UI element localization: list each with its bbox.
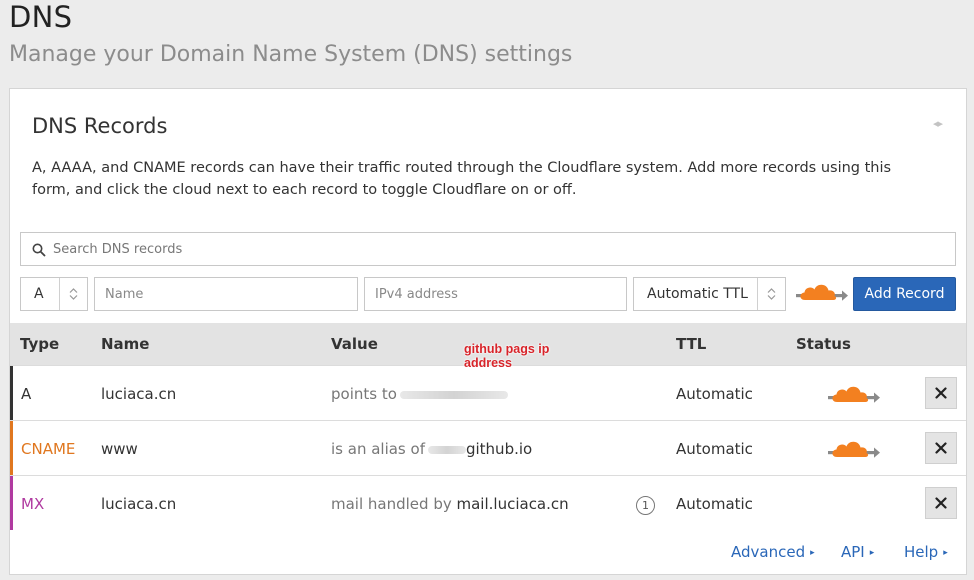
card-description: A, AAAA, and CNAME records can have thei… (32, 160, 892, 198)
header-value: Value (331, 335, 378, 353)
record-value-input[interactable] (364, 277, 627, 311)
row-type: A (21, 385, 32, 403)
help-label: Help (904, 543, 939, 561)
close-icon (935, 442, 947, 454)
footer-links: Advanced ▸ API ▸ Help ▸ (10, 543, 966, 567)
search-box[interactable] (20, 232, 956, 266)
redacted-value (399, 390, 508, 399)
annotation-text: github pags ip address (464, 342, 550, 370)
delete-record-button[interactable] (925, 377, 957, 409)
value-text: mail.luciaca.cn (456, 495, 569, 513)
search-input[interactable] (53, 233, 933, 265)
type-stepper-arrows[interactable] (59, 278, 87, 310)
header-status: Status (796, 335, 851, 353)
value-text: github.io (465, 440, 533, 458)
row-value[interactable]: is an alias of github.io (331, 440, 532, 458)
cloud-proxy-toggle-icon[interactable] (794, 280, 850, 306)
table-row[interactable]: A luciaca.cn points to Automatic (10, 365, 966, 420)
add-record-button[interactable]: Add Record (853, 277, 956, 311)
priority-badge: 1 (636, 496, 655, 515)
collapse-icon[interactable]: ◂▸ (933, 117, 943, 130)
cloud-proxy-status-icon[interactable] (826, 437, 882, 463)
row-name[interactable]: luciaca.cn (101, 385, 176, 403)
row-type-bar (10, 366, 13, 420)
row-ttl[interactable]: Automatic (676, 385, 753, 403)
row-name[interactable]: www (101, 440, 138, 458)
row-ttl[interactable]: Automatic (676, 440, 753, 458)
ttl-select[interactable]: Automatic TTL (633, 277, 786, 311)
ttl-stepper-arrows[interactable] (757, 278, 785, 310)
ttl-value: Automatic TTL (647, 286, 748, 302)
row-ttl[interactable]: Automatic (676, 495, 753, 513)
chevron-right-icon: ▸ (943, 548, 948, 558)
row-type: CNAME (21, 440, 76, 458)
api-link[interactable]: API ▸ (841, 543, 874, 561)
search-icon (32, 243, 46, 257)
close-icon (935, 387, 947, 399)
card-title: DNS Records (32, 114, 168, 138)
advanced-link[interactable]: Advanced ▸ (731, 543, 815, 561)
help-link[interactable]: Help ▸ (904, 543, 948, 561)
table-row[interactable]: MX luciaca.cn mail handled by mail.lucia… (10, 475, 966, 530)
cloud-proxy-status-icon[interactable] (826, 382, 882, 408)
page-subtitle: Manage your Domain Name System (DNS) set… (9, 42, 573, 67)
row-name[interactable]: luciaca.cn (101, 495, 176, 513)
redacted-value (427, 445, 466, 454)
up-down-arrows-icon (767, 288, 776, 300)
table-row[interactable]: CNAME www is an alias of github.io Automa… (10, 420, 966, 475)
record-type-value: A (34, 286, 44, 302)
row-value[interactable]: points to (331, 385, 508, 403)
chevron-right-icon: ▸ (869, 548, 875, 558)
value-prefix: points to (331, 385, 397, 403)
up-down-arrows-icon (69, 288, 78, 300)
value-prefix: mail handled by (331, 495, 452, 513)
delete-record-button[interactable] (925, 432, 957, 464)
row-value[interactable]: mail handled by mail.luciaca.cn (331, 495, 569, 513)
record-type-select[interactable]: A (20, 277, 88, 311)
record-name-input[interactable] (94, 277, 358, 311)
header-name: Name (101, 335, 150, 353)
advanced-label: Advanced (731, 543, 806, 561)
row-type-bar (10, 421, 13, 475)
add-record-form: A Automatic TTL Add Record (20, 277, 960, 311)
header-type: Type (20, 335, 60, 353)
row-type-bar (10, 476, 13, 530)
header-ttl: TTL (676, 335, 707, 353)
api-label: API (841, 543, 865, 561)
page-title: DNS (9, 0, 73, 34)
delete-record-button[interactable] (925, 487, 957, 519)
row-type: MX (21, 495, 45, 513)
dns-records-card: DNS Records ◂▸ A, AAAA, and CNAME record… (9, 88, 967, 575)
value-prefix: is an alias of (331, 440, 425, 458)
chevron-right-icon: ▸ (810, 548, 815, 558)
close-icon (935, 497, 947, 509)
